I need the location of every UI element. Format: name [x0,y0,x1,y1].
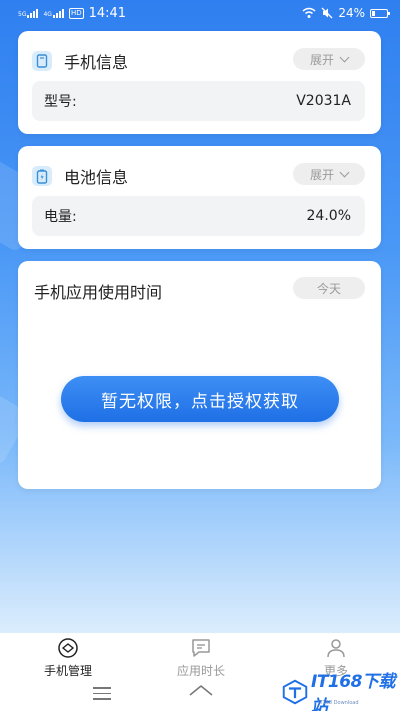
logo-icon [282,679,308,705]
status-bar: 5G 4G HD 14:41 24% [0,0,400,26]
signal-icon: 4G [43,8,64,18]
nav-item-app-duration[interactable]: 应用时长 [156,637,246,679]
expand-toggle[interactable]: 展开 [293,48,365,70]
expand-toggle[interactable]: 展开 [293,163,365,185]
nav-item-phone-manage[interactable]: 手机管理 [23,637,113,679]
battery-card-icon [32,166,52,186]
menu-icon[interactable] [93,687,111,704]
expand-label: 展开 [309,167,334,182]
grant-permission-button[interactable]: 暂无权限，点击授权获取 [61,376,339,422]
nav-label: 应用时长 [176,664,225,678]
mute-icon [321,7,333,19]
period-label: 今天 [316,281,341,296]
app-duration-icon [192,639,210,657]
watermark-logo: IT168下载站 IT168 Download [282,672,398,711]
network-type-label: 5G [18,11,27,18]
card-title: 电池信息 [64,168,129,187]
signal-icon: 5G [18,8,39,18]
expand-label: 展开 [309,52,334,67]
period-selector[interactable]: 今天 [293,277,365,299]
battery-level-label: 电量: [44,209,77,225]
watermark-subtext: IT168 Download [318,700,359,706]
battery-percent: 24% [338,6,365,20]
network-type-label: 4G [43,11,52,18]
chevron-down-icon [339,167,350,177]
hd-badge: HD [68,7,84,19]
battery-level-row: 电量: 24.0% [32,196,365,236]
model-label: 型号: [44,94,77,110]
clock: 14:41 [88,5,127,21]
model-row: 型号: V2031A [32,81,365,121]
wifi-icon [302,7,316,18]
phone-manage-icon [58,638,78,658]
chevron-down-icon [339,52,350,62]
phone-info-card: 手机信息 展开 型号: V2031A [18,31,381,134]
home-icon[interactable] [188,683,214,699]
battery-icon [370,8,390,18]
card-title: 手机应用使用时间 [34,283,163,302]
model-value: V2031A [296,93,351,109]
more-person-icon [327,639,345,658]
app-usage-card: 手机应用使用时间 今天 暂无权限，点击授权获取 [18,261,381,489]
battery-info-card: 电池信息 展开 电量: 24.0% [18,146,381,249]
phone-icon [32,51,52,71]
battery-level-value: 24.0% [306,208,351,224]
nav-label: 手机管理 [43,664,92,678]
card-title: 手机信息 [64,53,129,72]
